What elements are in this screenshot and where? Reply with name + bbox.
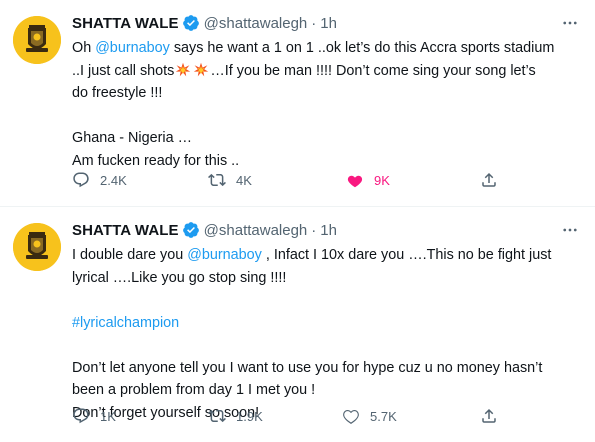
text-segment: Oh — [72, 40, 96, 56]
text-segment: Don’t let anyone tell you I want to use … — [72, 359, 543, 376]
separator-dot: · — [311, 14, 317, 32]
collision-emoji-icon — [176, 62, 191, 76]
reply-button[interactable]: 2.4K — [72, 168, 127, 192]
retweet-button[interactable]: 1.9K — [208, 404, 263, 428]
speech-bubble-icon — [73, 172, 89, 188]
tweet[interactable]: SHATTA WALE @shattawalegh · 1h I double … — [0, 207, 595, 442]
like-count: 5.7K — [370, 408, 397, 424]
author-name[interactable]: SHATTA WALE — [72, 15, 179, 32]
text-segment: been a problem from day 1 I met you ! — [72, 382, 316, 398]
tweet-header: SHATTA WALE @shattawalegh · 1h — [72, 218, 581, 242]
more-options-button[interactable] — [559, 220, 581, 240]
tweet-time[interactable]: 1h — [320, 15, 337, 32]
retweet-button[interactable]: 4K — [208, 168, 252, 192]
avatar[interactable] — [13, 223, 61, 271]
tweet[interactable]: SHATTA WALE @shattawalegh · 1h Oh @burna… — [0, 0, 595, 207]
like-count: 9K — [374, 172, 390, 188]
avatar[interactable] — [13, 16, 61, 64]
more-options-button[interactable] — [559, 13, 581, 33]
text-segment: lyrical ….Like you go stop sing !!!! — [72, 269, 287, 286]
text-segment: Ghana - Nigeria … — [72, 130, 192, 146]
retweet-count: 4K — [236, 172, 252, 188]
text-segment: , Infact I 10x dare you ….This no be fig… — [261, 247, 552, 263]
mention-link[interactable]: @burnaboy — [95, 40, 170, 56]
separator-dot: · — [311, 221, 317, 239]
hashtag-link[interactable]: #lyricalchampion — [72, 315, 179, 331]
retweet-arrows-icon — [208, 409, 226, 423]
like-button[interactable]: 5.7K — [342, 404, 397, 428]
retweet-arrows-icon — [208, 173, 226, 187]
tweet-header: SHATTA WALE @shattawalegh · 1h — [72, 11, 581, 35]
verified-badge-icon — [182, 222, 199, 238]
collision-emoji-icon — [194, 62, 209, 76]
avatar-emblem-icon — [13, 16, 61, 64]
tweet-actions: 2.4K 4K 9K — [72, 168, 581, 192]
share-upload-icon — [482, 408, 496, 423]
more-dots-icon — [563, 228, 577, 232]
author-name[interactable]: SHATTA WALE — [72, 222, 179, 239]
reply-button[interactable]: 1K — [72, 404, 116, 428]
share-button[interactable] — [480, 168, 498, 192]
like-button[interactable]: 9K — [346, 168, 390, 192]
text-segment: Am fucken ready for this .. — [72, 152, 240, 169]
reply-count: 1K — [100, 408, 116, 424]
text-segment: ..I just call shots — [72, 62, 175, 79]
text-segment: …If you be man !!!! Don’t come sing your… — [210, 62, 536, 79]
author-handle[interactable]: @shattawalegh — [204, 222, 308, 239]
avatar-emblem-icon — [13, 223, 61, 271]
text-segment: I double dare you — [72, 247, 188, 263]
tweet-text: I double dare you @burnaboy , Infact I 1… — [72, 244, 582, 424]
more-dots-icon — [563, 21, 577, 25]
speech-bubble-icon — [73, 408, 89, 424]
heart-icon — [343, 409, 359, 424]
tweet-time[interactable]: 1h — [320, 222, 337, 239]
tweet-actions: 1K 1.9K 5.7K — [72, 404, 581, 428]
retweet-count: 1.9K — [236, 408, 263, 424]
tweet-text: Oh @burnaboy says he want a 1 on 1 ..ok … — [72, 37, 582, 172]
text-segment: do freestyle !!! — [72, 85, 163, 101]
share-upload-icon — [482, 172, 496, 187]
author-handle[interactable]: @shattawalegh — [204, 15, 308, 32]
text-segment: says he want a 1 on 1 ..ok let’s do this… — [169, 40, 555, 56]
reply-count: 2.4K — [100, 172, 127, 188]
mention-link[interactable]: @burnaboy — [187, 247, 262, 263]
tweet-feed: SHATTA WALE @shattawalegh · 1h Oh @burna… — [0, 0, 595, 442]
share-button[interactable] — [480, 404, 498, 428]
verified-badge-icon — [182, 15, 199, 31]
heart-icon — [347, 175, 363, 188]
